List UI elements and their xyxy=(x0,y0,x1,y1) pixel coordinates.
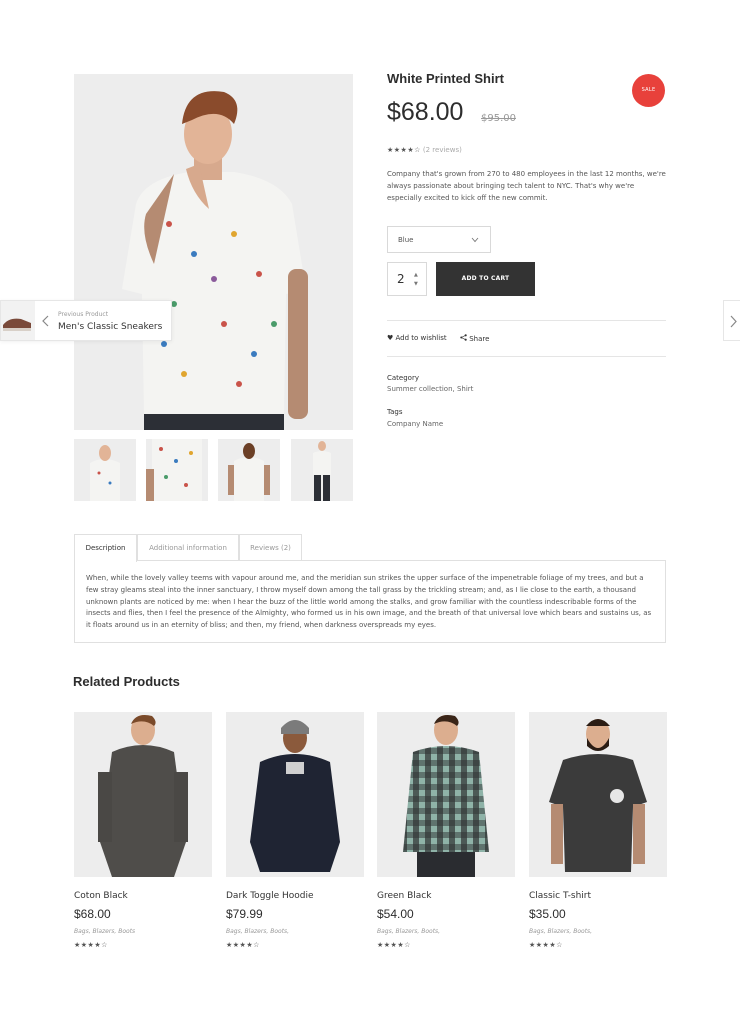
product-card-price: $79.99 xyxy=(226,907,263,921)
add-to-wishlist-link[interactable]: ♥ Add to wishlist xyxy=(387,334,447,342)
share-label: Share xyxy=(469,335,490,343)
product-card-name[interactable]: Dark Toggle Hoodie xyxy=(226,891,314,901)
product-old-price: $95.00 xyxy=(481,113,516,124)
product-card-tags[interactable]: Bags, Blazers, Boots, xyxy=(226,928,289,935)
quantity-value[interactable]: 2 xyxy=(397,272,405,286)
divider xyxy=(387,320,666,321)
divider xyxy=(387,356,666,357)
thumbnail-1[interactable] xyxy=(74,439,136,501)
thumbnail-3[interactable] xyxy=(218,439,280,501)
related-products-title: Related Products xyxy=(73,674,180,689)
product-card[interactable]: Coton Black $68.00 Bags, Blazers, Boots … xyxy=(74,712,212,949)
chevron-left-icon xyxy=(42,315,49,327)
product-card[interactable]: Classic T-shirt $35.00 Bags, Blazers, Bo… xyxy=(529,712,667,949)
share-icon xyxy=(460,334,467,341)
product-title: White Printed Shirt xyxy=(387,71,504,86)
tags-value[interactable]: Company Name xyxy=(387,420,443,428)
sale-badge: SALE xyxy=(632,74,665,107)
chevron-right-icon xyxy=(730,315,737,328)
product-card-image[interactable] xyxy=(74,712,212,877)
reviews-count-link[interactable]: (2 reviews) xyxy=(423,146,462,154)
product-card-tags[interactable]: Bags, Blazers, Boots xyxy=(74,928,135,935)
add-to-cart-button[interactable]: ADD TO CART xyxy=(436,262,535,296)
color-select[interactable]: Blue xyxy=(387,226,491,253)
next-product-button[interactable] xyxy=(723,300,740,341)
color-select-value: Blue xyxy=(398,236,414,244)
product-card-name[interactable]: Classic T-shirt xyxy=(529,891,591,901)
heart-icon: ♥ xyxy=(387,334,394,342)
share-link[interactable]: Share xyxy=(460,334,489,343)
product-card-image[interactable] xyxy=(377,712,515,877)
product-card-tags[interactable]: Bags, Blazers, Boots, xyxy=(377,928,440,935)
product-card[interactable]: Green Black $54.00 Bags, Blazers, Boots,… xyxy=(377,712,515,949)
product-card-name[interactable]: Green Black xyxy=(377,891,431,901)
product-card-image[interactable] xyxy=(529,712,667,877)
product-card-price: $35.00 xyxy=(529,907,566,921)
thumbnail-4[interactable] xyxy=(291,439,353,501)
product-short-description: Company that's grown from 270 to 480 emp… xyxy=(387,170,666,202)
previous-product-link[interactable]: Previous Product Men's Classic Sneakers xyxy=(0,300,172,341)
product-card-rating: ★★★★☆ xyxy=(74,941,108,949)
description-panel: When, while the lovely valley teems with… xyxy=(74,560,666,643)
rating-stars: ★★★★☆ xyxy=(387,146,421,154)
quantity-stepper[interactable]: 2 ▲ ▼ xyxy=(387,262,427,296)
product-card-price: $68.00 xyxy=(74,907,111,921)
previous-product-thumb xyxy=(1,301,35,340)
category-value[interactable]: Summer collection, Shirt xyxy=(387,385,473,393)
main-product-image[interactable] xyxy=(74,74,353,430)
product-card-image[interactable] xyxy=(226,712,364,877)
product-card-rating: ★★★★☆ xyxy=(377,941,411,949)
product-card-name[interactable]: Coton Black xyxy=(74,891,128,901)
tab-description[interactable]: Description xyxy=(74,534,137,562)
product-card-rating: ★★★★☆ xyxy=(226,941,260,949)
product-card-tags[interactable]: Bags, Blazers, Boots, xyxy=(529,928,592,935)
product-price: $68.00 xyxy=(387,98,464,126)
tab-reviews[interactable]: Reviews (2) xyxy=(239,534,302,561)
product-card-price: $54.00 xyxy=(377,907,414,921)
wishlist-label: Add to wishlist xyxy=(395,334,447,342)
quantity-down-icon[interactable]: ▼ xyxy=(414,281,418,287)
thumbnail-2[interactable] xyxy=(146,439,208,501)
previous-product-label: Previous Product xyxy=(58,311,109,318)
previous-product-name: Men's Classic Sneakers xyxy=(58,322,163,332)
chevron-down-icon xyxy=(471,237,479,243)
product-card[interactable]: Dark Toggle Hoodie $79.99 Bags, Blazers,… xyxy=(226,712,364,949)
thumbnail-strip xyxy=(74,439,353,501)
product-card-rating: ★★★★☆ xyxy=(529,941,563,949)
product-rating: ★★★★☆ (2 reviews) xyxy=(387,146,462,154)
quantity-up-icon[interactable]: ▲ xyxy=(414,272,418,278)
category-label: Category xyxy=(387,374,419,382)
tags-label: Tags xyxy=(387,408,403,416)
tab-additional-information[interactable]: Additional information xyxy=(137,534,239,561)
